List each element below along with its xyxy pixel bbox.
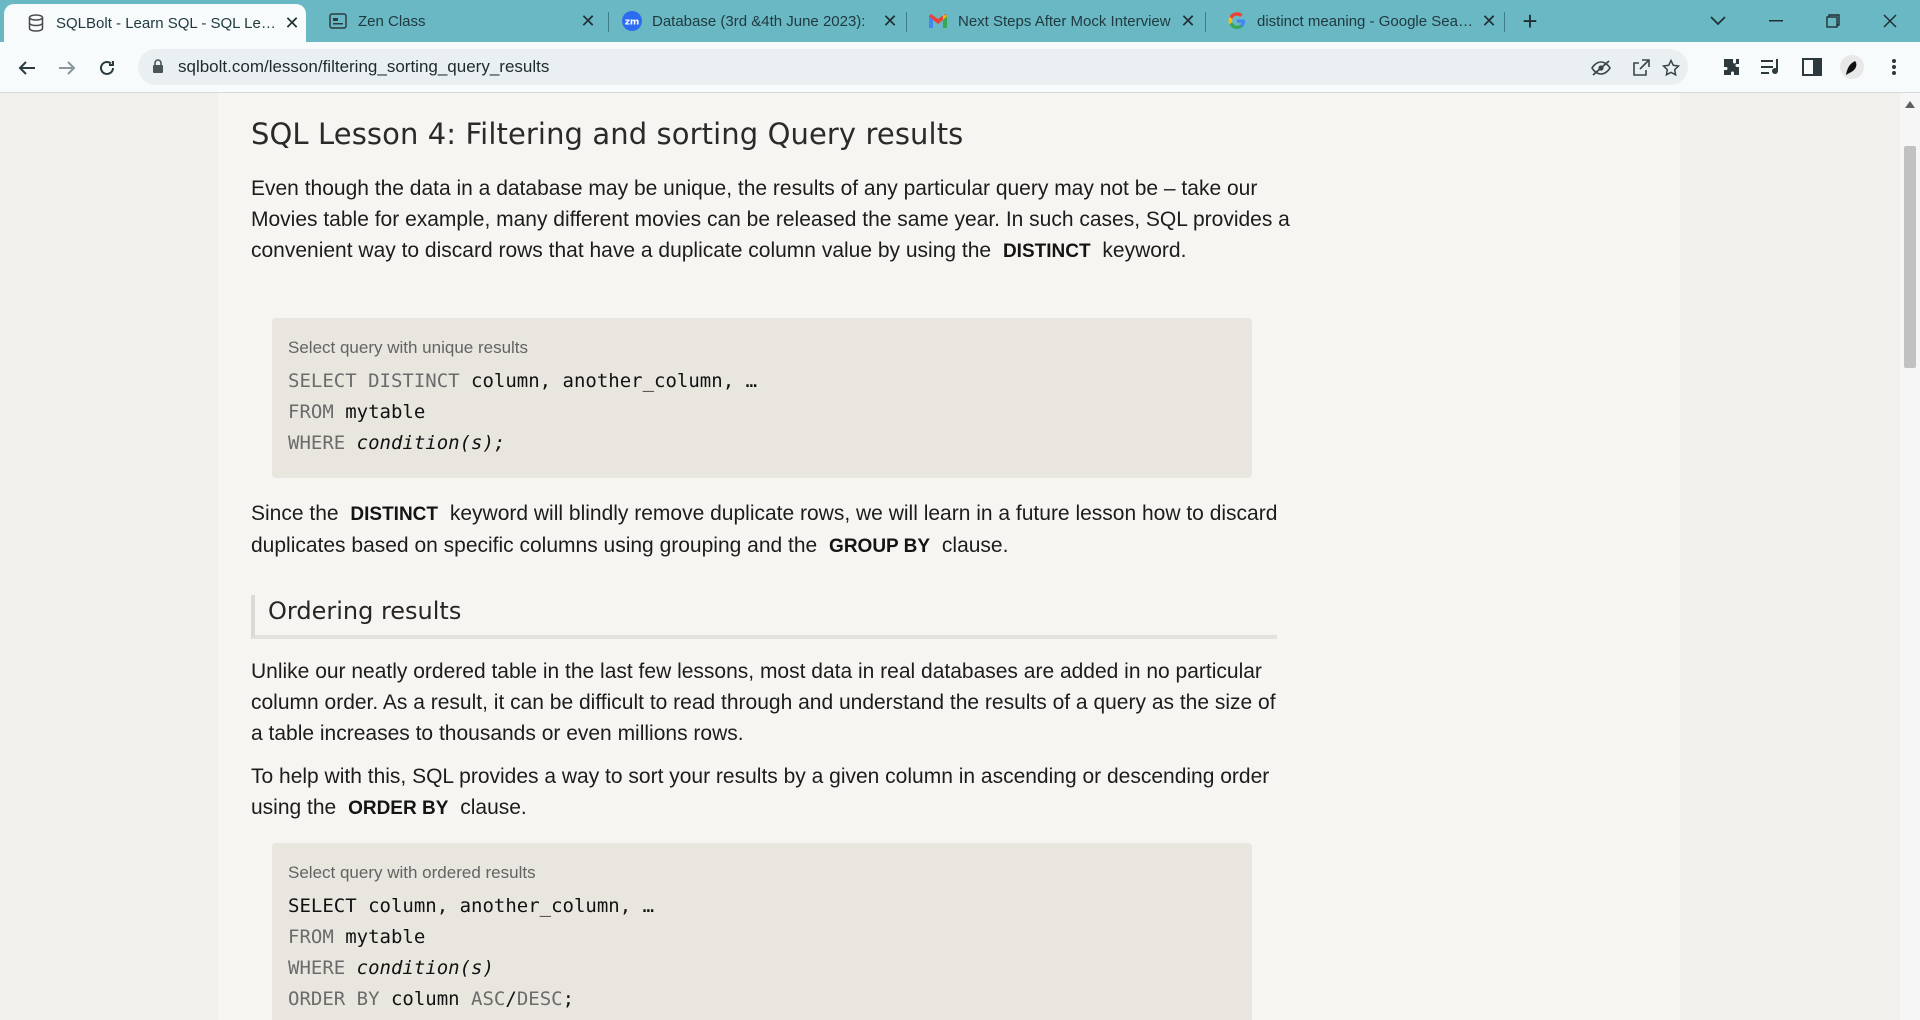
section-header: Ordering results [251,595,1277,639]
minimize-icon[interactable] [1748,0,1804,42]
code-keyword: SELECT DISTINCT [288,370,460,392]
intro-text-end: keyword. [1102,239,1187,262]
code-text: condition(s); [345,432,506,454]
code-line: FROM mytable [288,397,1236,428]
menu-kebab-icon[interactable] [1882,55,1906,79]
tab-gmail[interactable]: Next Steps After Mock Interview ✕ [906,0,1202,42]
keyword-distinct: DISTINCT [350,504,439,525]
tab-database[interactable]: zm Database (3rd &4th June 2023): ✕ [608,0,904,42]
paragraph-text: clause. [460,796,527,819]
bookmark-star-icon[interactable] [1660,57,1682,79]
restore-icon[interactable] [1805,0,1861,42]
page-viewport: SQL Lesson 4: Filtering and sorting Quer… [0,93,1900,1020]
google-icon [1227,11,1247,31]
code-example-distinct: Select query with unique results SELECT … [272,318,1252,478]
zen-class-icon [328,11,348,31]
keyword-group-by: GROUP BY [829,536,931,557]
code-example-order-by: Select query with ordered results SELECT… [272,843,1252,1020]
scrollbar-thumb[interactable] [1904,146,1916,368]
code-text: ; [562,988,575,1010]
code-keyword: FROM [288,401,334,423]
tab-title: Database (3rd &4th June 2023): [652,12,866,30]
reload-icon[interactable] [92,53,122,83]
keyword-order-by: ORDER BY [348,798,449,819]
tracking-protection-icon[interactable] [1590,57,1612,79]
paragraph-text: Since the [251,502,339,525]
content-column: SQL Lesson 4: Filtering and sorting Quer… [218,93,1680,1020]
code-line: FROM mytable [288,922,1236,953]
database-icon [26,13,46,33]
code-keyword: SELECT [288,895,357,917]
ordering-paragraph: Unlike our neatly ordered table in the l… [251,660,1276,745]
code-caption: Select query with ordered results [288,863,536,882]
tab-title: Zen Class [358,12,426,30]
close-window-icon[interactable] [1862,0,1918,42]
order-by-paragraph: To help with this, SQL provides a way to… [251,761,1291,824]
svg-text:zm: zm [625,18,640,28]
close-tab-icon[interactable]: ✕ [1475,11,1503,32]
code-text: column [379,988,460,1010]
code-line: WHERE condition(s) [288,953,1236,984]
code-keyword: WHERE [288,957,346,979]
tab-sqlbolt[interactable]: SQLBolt - Learn SQL - SQL Lesson ✕ [4,4,306,42]
paragraph-text: clause. [941,534,1009,557]
tab-google-search[interactable]: distinct meaning - Google Search ✕ [1205,0,1503,42]
code-keyword: WHERE [288,432,346,454]
browser-toolbar: sqlbolt.com/lesson/filtering_sorting_que… [0,42,1920,93]
code-line: SELECT DISTINCT column, another_column, … [288,366,1236,397]
keyword-distinct: DISTINCT [1002,241,1091,262]
code-text: mytable [333,926,426,948]
close-tab-icon[interactable]: ✕ [876,11,904,32]
code-line: WHERE condition(s); [288,428,1236,459]
media-controls-icon[interactable] [1760,55,1784,79]
profile-avatar[interactable] [1840,55,1864,79]
tab-search-dropdown-icon[interactable] [1690,0,1746,42]
code-text: column, another_column, … [459,370,758,392]
side-panel-icon[interactable] [1800,55,1824,79]
extensions-icon[interactable] [1720,55,1744,79]
code-keyword: DESC [516,988,563,1010]
share-icon[interactable] [1630,57,1652,79]
close-tab-icon[interactable]: ✕ [278,13,306,34]
url-text: sqlbolt.com/lesson/filtering_sorting_que… [178,57,550,76]
code-text: column, another_column, … [356,895,655,917]
code-caption: Select query with unique results [288,338,529,357]
page-scrollbar[interactable] [1900,93,1920,1020]
intro-paragraph: Even though the data in a database may b… [251,173,1291,267]
back-icon[interactable] [12,53,42,83]
tab-strip: SQLBolt - Learn SQL - SQL Lesson ✕ Zen C… [0,0,1920,42]
tab-separator [1504,12,1505,32]
zoom-icon: zm [622,11,642,31]
tab-zen-class[interactable]: Zen Class ✕ [306,0,602,42]
section-title: Ordering results [268,597,462,625]
lock-icon[interactable] [152,59,164,78]
code-text: / [505,988,517,1010]
code-text: condition(s) [345,957,494,979]
tab-title: Next Steps After Mock Interview [958,12,1171,30]
code-keyword: ORDER BY [288,988,380,1010]
distinct-note-paragraph: Since the DISTINCT keyword will blindly … [251,498,1291,562]
close-tab-icon[interactable]: ✕ [574,11,602,32]
tab-title: distinct meaning - Google Search [1257,12,1475,30]
code-keyword: FROM [288,926,334,948]
tab-title: SQLBolt - Learn SQL - SQL Lesson [56,14,278,32]
gmail-icon [928,11,948,31]
close-tab-icon[interactable]: ✕ [1174,11,1202,32]
new-tab-button[interactable]: + [1515,6,1545,36]
code-keyword: ASC [459,988,506,1010]
lesson-title: SQL Lesson 4: Filtering and sorting Quer… [251,117,964,151]
address-bar[interactable]: sqlbolt.com/lesson/filtering_sorting_que… [138,49,1688,85]
code-text: mytable [333,401,426,423]
scroll-up-arrow-icon[interactable] [1905,101,1915,108]
code-line: SELECT column, another_column, … [288,891,1236,922]
forward-icon[interactable] [52,53,82,83]
code-line: ORDER BY column ASC/DESC; [288,984,1236,1015]
